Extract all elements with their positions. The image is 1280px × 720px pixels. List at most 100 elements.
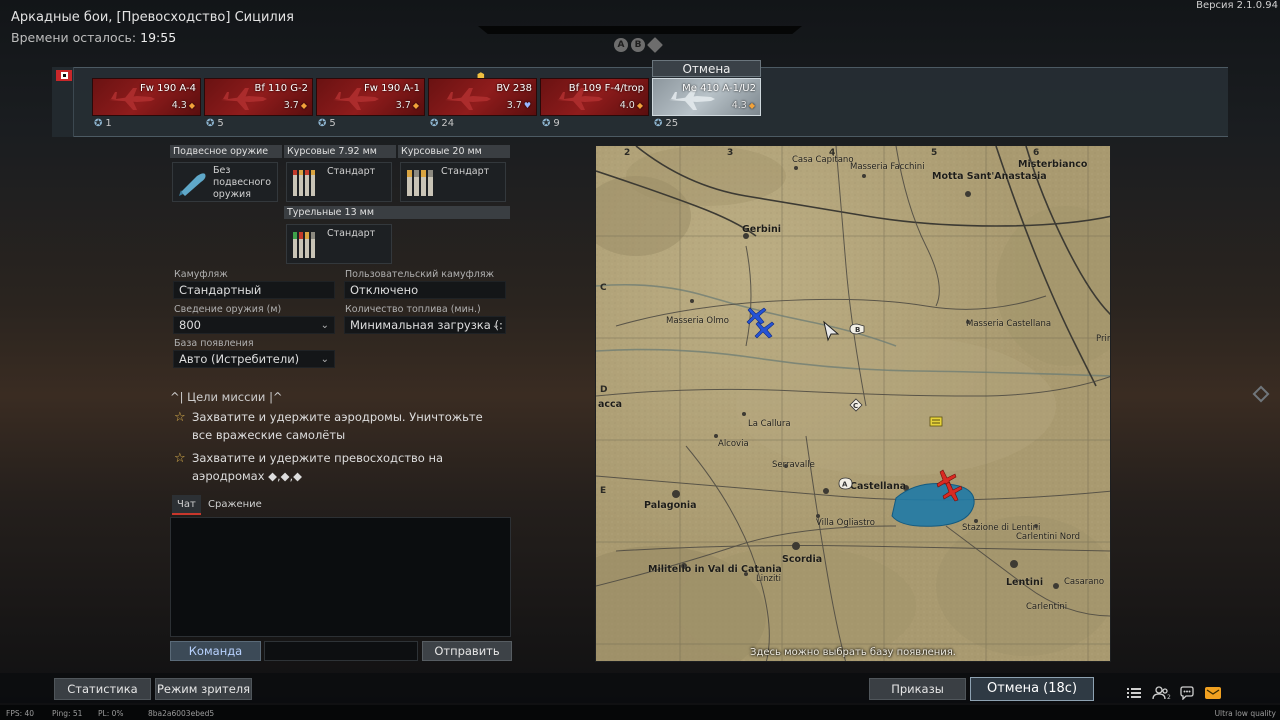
gun2-header: Курсовые 20 мм xyxy=(398,145,510,158)
missions-header[interactable]: ^| Цели миссии |^ xyxy=(170,390,283,404)
vehicle-card[interactable]: Bf 109 F-4/trop 4.0 ◆ xyxy=(540,78,649,116)
selected-vehicle-tab[interactable]: Отмена xyxy=(652,60,761,77)
battle-rating-value: 3.7 xyxy=(395,100,411,111)
statistics-button[interactable]: Статистика xyxy=(54,678,151,700)
team-channel-button[interactable]: Команда xyxy=(170,641,261,661)
fuel-value: Минимальная загрузка (: xyxy=(350,318,503,332)
battle-rating-value: 4.3 xyxy=(171,100,187,111)
vehicle-card[interactable]: BV 238 3.7 ♥ xyxy=(428,78,537,116)
map-place-castellana: Masseria Castellana xyxy=(966,319,1052,329)
cancel-spawn-button[interactable]: Отмена (18с) xyxy=(970,677,1094,701)
airfield-letter: B xyxy=(855,326,860,334)
vehicle-card[interactable]: Fw 190 A-4 4.3 ◆ xyxy=(92,78,201,116)
grid-row-d: D xyxy=(600,385,608,395)
vehicle-card[interactable]: Fw 190 A-1 3.7 ◆ xyxy=(316,78,425,116)
map-place-lentini: Lentini xyxy=(1006,577,1044,588)
mail-icon[interactable] xyxy=(1204,685,1222,699)
side-menu-icon[interactable] xyxy=(1252,385,1270,403)
map-place-motta: Motta Sant'Anastasia xyxy=(932,171,1047,182)
vehicle-slot[interactable]: Fw 190 A-1 3.7 ◆ ✪ 5 xyxy=(316,78,425,132)
map-place-scordia: Scordia xyxy=(782,554,823,565)
airfield-c-marker[interactable]: C xyxy=(849,397,863,412)
objective-marker-icon[interactable] xyxy=(929,412,943,427)
map-place-casarano: Casarano xyxy=(1064,577,1105,587)
send-button[interactable]: Отправить xyxy=(422,641,512,661)
gun1-value: Стандарт xyxy=(327,166,376,177)
time-remaining: Времени осталось: 19:55 xyxy=(11,30,176,45)
chevron-down-icon: ⌄ xyxy=(491,320,500,331)
vehicle-name: BV 238 xyxy=(496,83,532,94)
spawn-points-icon: ✪ xyxy=(542,118,551,129)
nav-dot-a[interactable]: A xyxy=(614,38,628,52)
mission-objective-1: ☆ Захватите и удержите аэродромы. Уничто… xyxy=(174,408,492,444)
turret-value: Стандарт xyxy=(327,228,376,239)
collapse-icon: |^ xyxy=(269,390,283,404)
map-place-militello: Militello in Val di Catania xyxy=(648,564,782,575)
map-place-villa: Villa Ogliastro xyxy=(816,518,875,528)
map-place-primo: Prim Be xyxy=(1096,334,1110,344)
vehicle-slot[interactable]: Me 410 A-1/U2 4.3 ◆ ✪ 25 xyxy=(652,78,761,132)
map-place-carlentini: Carlentini xyxy=(1026,602,1068,612)
mission-text: Захватите и удержите аэродромы. Уничтожь… xyxy=(192,410,483,442)
squad-icon[interactable]: 2 xyxy=(1152,685,1172,701)
aircraft-icon xyxy=(445,88,491,110)
spawn-cost: ✪ 24 xyxy=(430,118,454,129)
nav-dot-b[interactable]: B xyxy=(631,38,645,52)
orders-button[interactable]: Приказы xyxy=(869,678,966,700)
spectator-mode-button[interactable]: Режим зрителя xyxy=(155,678,252,700)
nav-dot-diamond[interactable] xyxy=(647,37,663,53)
turret-slot[interactable]: Стандарт xyxy=(286,224,392,264)
convergence-select[interactable]: 800 ⌄ xyxy=(173,316,335,334)
timer-label: Времени осталось: xyxy=(11,30,137,45)
tactical-map[interactable]: 2 3 4 5 6 C D E Casa Capitano Masseria F… xyxy=(595,145,1111,662)
custom-camo-label: Пользовательский камуфляж xyxy=(345,269,495,280)
camo-field[interactable]: Стандартный xyxy=(173,281,335,299)
svg-text:2: 2 xyxy=(1167,694,1171,700)
list-icon[interactable] xyxy=(1126,685,1142,699)
rank-icon: ◆ xyxy=(636,101,643,110)
spawn-cost-value: 5 xyxy=(217,118,224,129)
battle-rating: 3.7 ♥ xyxy=(507,100,531,111)
gun2-slot[interactable]: Стандарт xyxy=(400,162,506,202)
battle-rating: 4.0 ◆ xyxy=(620,100,643,111)
vehicle-name: Fw 190 A-1 xyxy=(364,83,420,94)
fuel-label: Количество топлива (мин.) xyxy=(345,304,481,315)
vehicle-slot[interactable]: BV 238 3.7 ♥ ✪ 24 xyxy=(428,78,537,132)
chat-log[interactable] xyxy=(170,517,511,637)
map-place-olmo: Masseria Olmo xyxy=(666,316,729,326)
vehicle-card[interactable]: Me 410 A-1/U2 4.3 ◆ xyxy=(652,78,761,116)
vehicle-slot[interactable]: Bf 110 G-2 3.7 ◆ ✪ 5 xyxy=(204,78,313,132)
tab-battle[interactable]: Сражение xyxy=(203,495,267,515)
enemy-aircraft-icon xyxy=(933,468,965,502)
airfield-a-marker[interactable]: A xyxy=(838,475,853,490)
chat-input[interactable] xyxy=(264,641,418,661)
gun1-slot[interactable]: Стандарт xyxy=(286,162,392,202)
fps-readout: FPS: 40 xyxy=(6,709,35,718)
tab-chat[interactable]: Чат xyxy=(172,495,201,515)
suspended-weapons-slot[interactable]: Без подвесного оружия xyxy=(172,162,278,202)
spawn-base-select[interactable]: Авто (Истребители) ⌄ xyxy=(173,350,335,368)
status-bar: FPS: 40 Ping: 51 PL: 0% 8ba2a6003ebed5 U… xyxy=(0,705,1280,720)
battle-rating: 3.7 ◆ xyxy=(396,100,419,111)
vehicle-slot[interactable]: Fw 190 A-4 4.3 ◆ ✪ 1 xyxy=(92,78,201,132)
spawn-cost: ✪ 9 xyxy=(542,118,560,129)
rank-icon: ◆ xyxy=(748,101,755,110)
ammo-belt-icon xyxy=(293,170,315,196)
spawn-points-icon: ✪ xyxy=(94,118,103,129)
fuel-select[interactable]: Минимальная загрузка (: ⌄ xyxy=(344,316,506,334)
airfield-b-marker[interactable]: B xyxy=(849,320,865,335)
spawn-cost-value: 5 xyxy=(329,118,336,129)
map-place-palagonia: Palagonia xyxy=(644,500,697,511)
spawn-cost-value: 9 xyxy=(553,118,560,129)
chat-bubble-icon[interactable] xyxy=(1179,685,1195,701)
custom-camo-field[interactable]: Отключено xyxy=(344,281,506,299)
map-place-casa: Casa Capitano xyxy=(792,155,854,165)
vehicle-card[interactable]: Bf 110 G-2 3.7 ◆ xyxy=(204,78,313,116)
airfield-icon: C xyxy=(849,398,863,412)
packet-loss-readout: PL: 0% xyxy=(98,709,124,718)
spawn-points-icon: ✪ xyxy=(654,118,663,129)
battle-rating-value: 3.7 xyxy=(506,100,522,111)
map-place-facchini: Masseria Facchini xyxy=(850,162,925,172)
vehicle-slot[interactable]: Bf 109 F-4/trop 4.0 ◆ ✪ 9 xyxy=(540,78,649,132)
rank-icon: ◆ xyxy=(188,101,195,110)
